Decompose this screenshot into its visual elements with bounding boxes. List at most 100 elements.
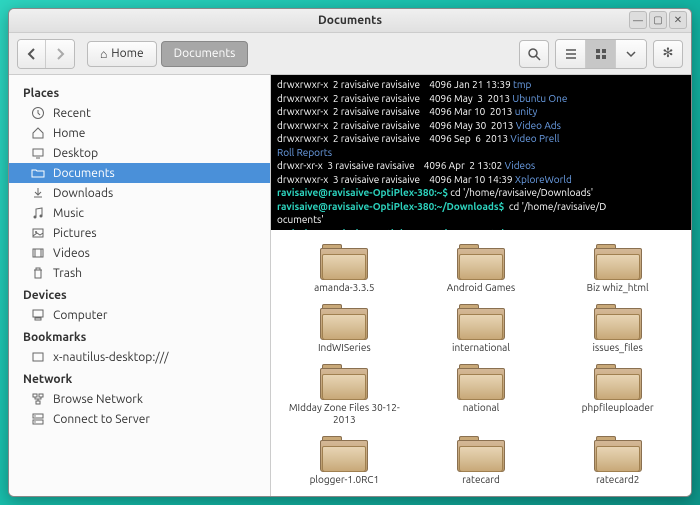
chevron-right-icon: [54, 48, 66, 60]
breadcrumb-home[interactable]: ⌂ Home: [87, 41, 157, 67]
folder-item[interactable]: ratecard: [414, 432, 549, 488]
sidebar-item-label: Pictures: [53, 227, 97, 240]
sidebar-item-x-nautilus-desktop-[interactable]: x-nautilus-desktop:///: [9, 347, 270, 367]
grid-icon: [595, 48, 607, 60]
window-title: Documents: [318, 14, 382, 27]
folder-icon: [320, 434, 368, 472]
search-icon: [527, 47, 541, 61]
folder-label: MIdday Zone Files 30-12-2013: [284, 402, 404, 426]
sidebar-item-label: Documents: [53, 167, 115, 180]
video-icon: [31, 246, 45, 260]
window-controls: — ▢ ✕: [629, 11, 687, 29]
sidebar-item-trash[interactable]: Trash: [9, 263, 270, 283]
sidebar-item-label: Videos: [53, 247, 90, 260]
bookmark-icon: [31, 350, 45, 364]
sidebar-item-label: Connect to Server: [53, 413, 150, 426]
content-area: Places Recent Home Desktop Documents Download…: [9, 75, 691, 496]
back-button[interactable]: [18, 40, 46, 68]
minimize-button[interactable]: —: [629, 11, 647, 29]
folder-icon: [594, 362, 642, 400]
folder-label: national: [463, 402, 500, 414]
folder-icon: [594, 242, 642, 280]
list-icon: [565, 48, 577, 60]
folder-item[interactable]: phpfileuploader: [550, 360, 685, 428]
file-manager-window: Documents — ▢ ✕ ⌂ Home Documents: [8, 8, 692, 497]
folder-icon: [457, 434, 505, 472]
chevron-down-icon: [626, 49, 636, 59]
sidebar-item-label: Music: [53, 207, 84, 220]
sidebar-item-label: Desktop: [53, 147, 98, 160]
sidebar-header: Network: [9, 367, 270, 389]
view-grid-button[interactable]: [586, 40, 616, 68]
view-list-button[interactable]: [556, 40, 586, 68]
folder-icon: [457, 242, 505, 280]
breadcrumb-label: Documents: [174, 47, 236, 60]
sidebar-item-computer[interactable]: Computer: [9, 305, 270, 325]
sidebar-header: Places: [9, 81, 270, 103]
sidebar-item-label: Browse Network: [53, 393, 143, 406]
terminal-panel[interactable]: drwxrwxr-x 2 ravisaive ravisaive 4096 Ja…: [271, 75, 691, 230]
folder-label: ratecard: [462, 474, 500, 486]
chevron-left-icon: [26, 48, 38, 60]
sidebar-item-documents[interactable]: Documents: [9, 163, 270, 183]
folder-icon: [457, 302, 505, 340]
search-button[interactable]: [519, 40, 549, 68]
titlebar[interactable]: Documents — ▢ ✕: [9, 9, 691, 33]
picture-icon: [31, 226, 45, 240]
view-buttons: [555, 39, 647, 69]
sidebar-item-desktop[interactable]: Desktop: [9, 143, 270, 163]
folder-item[interactable]: Biz whiz_html: [550, 240, 685, 296]
folder-item[interactable]: plogger-1.0RC1: [277, 432, 412, 488]
home-icon: [31, 126, 45, 140]
breadcrumb-documents[interactable]: Documents: [161, 41, 249, 67]
folder-item[interactable]: Android Games: [414, 240, 549, 296]
settings-button[interactable]: ✻: [653, 40, 683, 68]
folder-label: plogger-1.0RC1: [310, 474, 380, 486]
sidebar-item-home[interactable]: Home: [9, 123, 270, 143]
forward-button[interactable]: [46, 40, 74, 68]
sidebar: Places Recent Home Desktop Documents Download…: [9, 75, 271, 496]
folder-label: Android Games: [447, 282, 516, 294]
sidebar-item-recent[interactable]: Recent: [9, 103, 270, 123]
sidebar-item-connect-to-server[interactable]: Connect to Server: [9, 409, 270, 429]
gear-icon: ✻: [663, 46, 674, 61]
sidebar-item-pictures[interactable]: Pictures: [9, 223, 270, 243]
folder-item[interactable]: national: [414, 360, 549, 428]
folder-item[interactable]: MIdday Zone Files 30-12-2013: [277, 360, 412, 428]
sidebar-item-downloads[interactable]: Downloads: [9, 183, 270, 203]
folder-item[interactable]: ratecard2: [550, 432, 685, 488]
folder-item[interactable]: IndWISeries: [277, 300, 412, 356]
folder-item[interactable]: international: [414, 300, 549, 356]
maximize-button[interactable]: ▢: [649, 11, 667, 29]
file-grid: amanda-3.3.5 Android Games Biz whiz_html In…: [271, 230, 691, 496]
sidebar-item-label: Home: [53, 127, 85, 140]
folder-label: ratecard2: [596, 474, 639, 486]
sidebar-item-label: Trash: [53, 267, 82, 280]
computer-icon: [31, 308, 45, 322]
folder-label: phpfileuploader: [582, 402, 654, 414]
breadcrumb-label: Home: [111, 47, 143, 60]
sidebar-item-browse-network[interactable]: Browse Network: [9, 389, 270, 409]
folder-icon: [320, 242, 368, 280]
clock-icon: [31, 106, 45, 120]
folder-item[interactable]: issues_files: [550, 300, 685, 356]
sidebar-item-music[interactable]: Music: [9, 203, 270, 223]
folder-icon: [594, 302, 642, 340]
folder-label: Biz whiz_html: [587, 282, 649, 294]
main-pane: drwxrwxr-x 2 ravisaive ravisaive 4096 Ja…: [271, 75, 691, 496]
sidebar-item-label: Recent: [53, 107, 91, 120]
home-icon: ⌂: [100, 47, 107, 61]
folder-item[interactable]: amanda-3.3.5: [277, 240, 412, 296]
view-dropdown-button[interactable]: [616, 40, 646, 68]
sidebar-item-label: Downloads: [53, 187, 113, 200]
folder-icon: [594, 434, 642, 472]
folder-icon: [31, 166, 45, 180]
folder-label: amanda-3.3.5: [314, 282, 374, 294]
sidebar-item-label: x-nautilus-desktop:///: [53, 351, 169, 364]
close-button[interactable]: ✕: [669, 11, 687, 29]
toolbar: ⌂ Home Documents ✻: [9, 33, 691, 75]
folder-label: international: [452, 342, 510, 354]
server-icon: [31, 412, 45, 426]
sidebar-item-videos[interactable]: Videos: [9, 243, 270, 263]
folder-icon: [320, 362, 368, 400]
